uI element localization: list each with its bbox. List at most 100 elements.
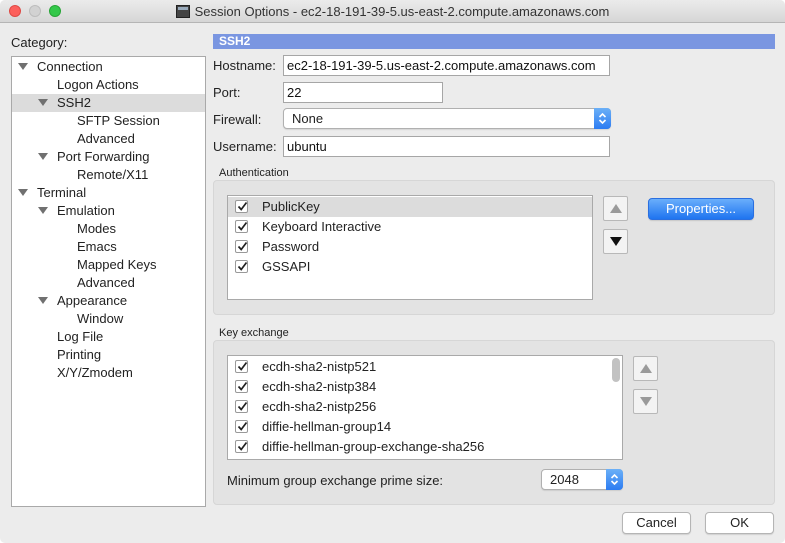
session-options-window: Session Options - ec2-18-191-39-5.us-eas…: [0, 0, 785, 543]
kex-item-label: ecdh-sha2-nistp384: [262, 379, 377, 394]
kex-list-item[interactable]: diffie-hellman-group-exchange-sha256: [228, 437, 622, 457]
tree-item-label: Printing: [57, 347, 102, 362]
tree-item-connection[interactable]: Connection: [12, 58, 205, 76]
hostname-label: Hostname:: [213, 58, 276, 73]
tree-item-printing[interactable]: Printing: [12, 346, 205, 364]
tree-item-label: Appearance: [57, 293, 128, 308]
kex-item-label: diffie-hellman-group14: [262, 419, 392, 434]
tree-item-label: Emulation: [57, 203, 115, 218]
properties-button[interactable]: Properties...: [648, 198, 754, 220]
checkbox[interactable]: [235, 220, 248, 233]
auth-move-up-button[interactable]: [603, 196, 628, 221]
tree-item-remote-x11[interactable]: Remote/X11: [12, 166, 205, 184]
checkbox[interactable]: [235, 420, 248, 433]
tree-item-emacs[interactable]: Emacs: [12, 238, 205, 256]
tree-item-label: Remote/X11: [77, 167, 149, 182]
tree-item-label: Connection: [37, 59, 103, 74]
disclosure-triangle-icon[interactable]: [18, 189, 28, 196]
checkbox[interactable]: [235, 240, 248, 253]
authentication-group-title: Authentication: [219, 167, 289, 179]
checkbox[interactable]: [235, 200, 248, 213]
tree-item-port-forwarding[interactable]: Port Forwarding: [12, 148, 205, 166]
arrow-up-icon: [640, 364, 652, 373]
auth-list-item[interactable]: Password: [228, 237, 592, 257]
disclosure-triangle-icon[interactable]: [38, 153, 48, 160]
kex-move-up-button[interactable]: [633, 356, 658, 381]
tree-item-advanced[interactable]: Advanced: [12, 130, 205, 148]
checkbox[interactable]: [235, 440, 248, 453]
checkmark-icon: [237, 201, 248, 211]
tree-item-appearance[interactable]: Appearance: [12, 292, 205, 310]
checkmark-icon: [237, 421, 248, 431]
disclosure-triangle-icon[interactable]: [38, 207, 48, 214]
firewall-select[interactable]: None: [283, 108, 611, 129]
kex-list-item[interactable]: ecdh-sha2-nistp521: [228, 357, 622, 377]
checkmark-icon: [237, 261, 248, 271]
disclosure-triangle-icon[interactable]: [38, 297, 48, 304]
arrow-down-icon: [640, 397, 652, 406]
checkbox[interactable]: [235, 380, 248, 393]
checkbox[interactable]: [235, 260, 248, 273]
tree-item-sftp-session[interactable]: SFTP Session: [12, 112, 205, 130]
authentication-list[interactable]: GSSAPI Password Keyboard Interactive Public…: [227, 195, 593, 300]
tree-item-label: Port Forwarding: [57, 149, 150, 164]
panel-header-bar: SSH2: [213, 34, 775, 49]
kex-item-label: diffie-hellman-group-exchange-sha256: [262, 439, 485, 454]
key-exchange-list[interactable]: diffie-hellman-group-exchange-sha256 diff…: [227, 355, 623, 460]
category-tree[interactable]: Connection Logon Actions SSH2 SFTP Session A…: [11, 56, 206, 507]
tree-item-label: Mapped Keys: [77, 257, 157, 272]
kex-item-label: ecdh-sha2-nistp256: [262, 399, 377, 414]
disclosure-triangle-icon[interactable]: [38, 99, 48, 106]
tree-item-label: Emacs: [77, 239, 117, 254]
checkbox[interactable]: [235, 360, 248, 373]
tree-item-terminal[interactable]: Terminal: [12, 184, 205, 202]
tree-item-window[interactable]: Window: [12, 310, 205, 328]
chevron-up-down-icon: [606, 469, 623, 490]
tree-item-advanced[interactable]: Advanced: [12, 274, 205, 292]
window-title: Session Options - ec2-18-191-39-5.us-eas…: [194, 4, 610, 19]
checkmark-icon: [237, 241, 248, 251]
checkmark-icon: [237, 401, 248, 411]
category-label: Category:: [11, 35, 68, 50]
key-exchange-scrollbar[interactable]: [612, 358, 620, 382]
auth-list-item[interactable]: PublicKey: [228, 197, 592, 217]
tree-item-log-file[interactable]: Log File: [12, 328, 205, 346]
hostname-input[interactable]: ec2-18-191-39-5.us-east-2.compute.amazon…: [283, 55, 610, 76]
title-bar[interactable]: Session Options - ec2-18-191-39-5.us-eas…: [0, 0, 785, 23]
tree-item-modes[interactable]: Modes: [12, 220, 205, 238]
kex-move-down-button[interactable]: [633, 389, 658, 414]
auth-item-label: PublicKey: [262, 199, 320, 214]
username-input[interactable]: ubuntu: [283, 136, 610, 157]
kex-list-item[interactable]: diffie-hellman-group14: [228, 417, 622, 437]
auth-list-item[interactable]: GSSAPI: [228, 257, 592, 277]
tree-item-label: Logon Actions: [57, 77, 139, 92]
tree-item-label: Window: [77, 311, 124, 326]
tree-item-ssh2[interactable]: SSH2: [12, 94, 205, 112]
terminal-app-icon: [175, 5, 190, 18]
tree-item-emulation[interactable]: Emulation: [12, 202, 205, 220]
tree-item-label: Modes: [77, 221, 117, 236]
kex-list-item[interactable]: ecdh-sha2-nistp256: [228, 397, 622, 417]
port-input[interactable]: 22: [283, 82, 443, 103]
panel-header-title: SSH2: [219, 34, 251, 48]
auth-item-label: GSSAPI: [262, 259, 311, 274]
checkmark-icon: [237, 441, 248, 451]
cancel-button[interactable]: Cancel: [622, 512, 691, 534]
checkbox[interactable]: [235, 400, 248, 413]
min-prime-select[interactable]: 2048: [541, 469, 623, 490]
kex-item-label: ecdh-sha2-nistp521: [262, 359, 377, 374]
tree-item-mapped-keys[interactable]: Mapped Keys: [12, 256, 205, 274]
kex-list-item[interactable]: ecdh-sha2-nistp384: [228, 377, 622, 397]
arrow-up-icon: [610, 204, 622, 213]
ok-button[interactable]: OK: [705, 512, 774, 534]
disclosure-triangle-icon[interactable]: [18, 63, 28, 70]
auth-move-down-button[interactable]: [603, 229, 628, 254]
tree-item-label: Log File: [57, 329, 104, 344]
key-exchange-group-title: Key exchange: [219, 327, 289, 339]
min-prime-select-value: 2048: [550, 472, 579, 487]
auth-item-label: Keyboard Interactive: [262, 219, 382, 234]
auth-list-item[interactable]: Keyboard Interactive: [228, 217, 592, 237]
tree-item-x-y-zmodem[interactable]: X/Y/Zmodem: [12, 364, 205, 382]
tree-item-label: Advanced: [77, 275, 135, 290]
tree-item-logon-actions[interactable]: Logon Actions: [12, 76, 205, 94]
